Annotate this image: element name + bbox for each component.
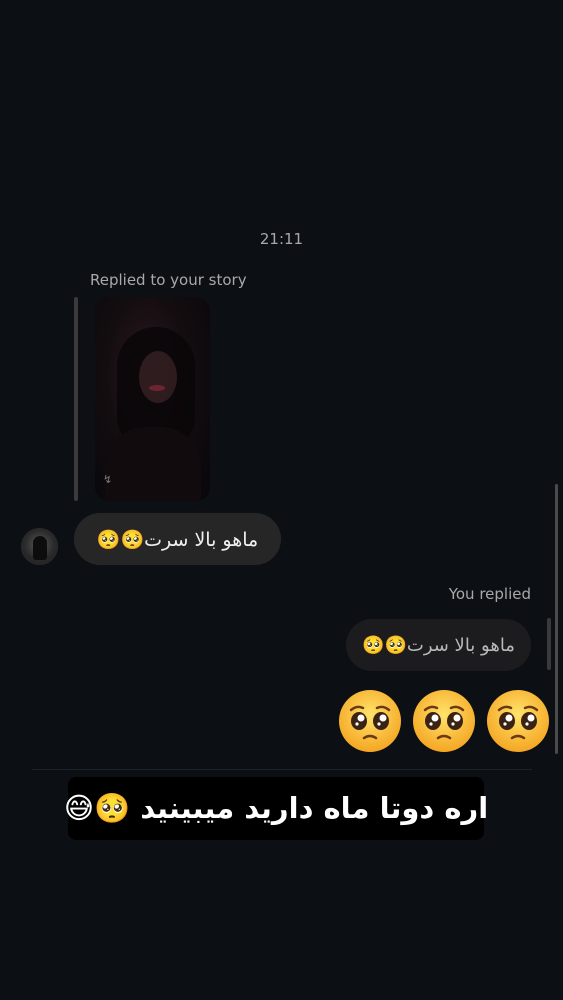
story-thumbnail[interactable]: ↯ (95, 297, 210, 501)
incoming-message-text: ماهو بالا سرت🥺🥺 (96, 528, 259, 551)
divider (32, 769, 532, 770)
story-thumbnail-lips (149, 385, 165, 391)
you-replied-label: You replied (448, 585, 531, 603)
pleading-face-icon (339, 690, 401, 752)
story-thumbnail-face (139, 351, 177, 403)
big-emoji-message[interactable] (337, 688, 551, 754)
quoted-message-bubble[interactable]: ماهو بالا سرت🥺🥺 (346, 619, 531, 671)
story-thumbnail-body (105, 427, 201, 501)
story-reply-bar (74, 297, 78, 501)
story-thumbnail-mark: ↯ (103, 473, 113, 486)
caption-overlay: اره دوتا ماه دارید میبینید 🥺😅 (64, 777, 488, 840)
pleading-face-icon (487, 690, 549, 752)
quoted-message-text: ماهو بالا سرت🥺🥺 (362, 634, 515, 656)
message-timestamp: 21:11 (259, 230, 304, 248)
caption-text: اره دوتا ماه دارید میبینید 🥺😅 (63, 791, 489, 825)
avatar-figure (33, 536, 47, 560)
scrollbar-thumb[interactable] (555, 484, 558, 754)
pleading-face-icon (413, 690, 475, 752)
story-reply-label: Replied to your story (90, 271, 247, 289)
sender-avatar[interactable] (21, 528, 58, 565)
incoming-message-bubble[interactable]: ماهو بالا سرت🥺🥺 (74, 513, 281, 565)
quote-bar (547, 618, 551, 670)
